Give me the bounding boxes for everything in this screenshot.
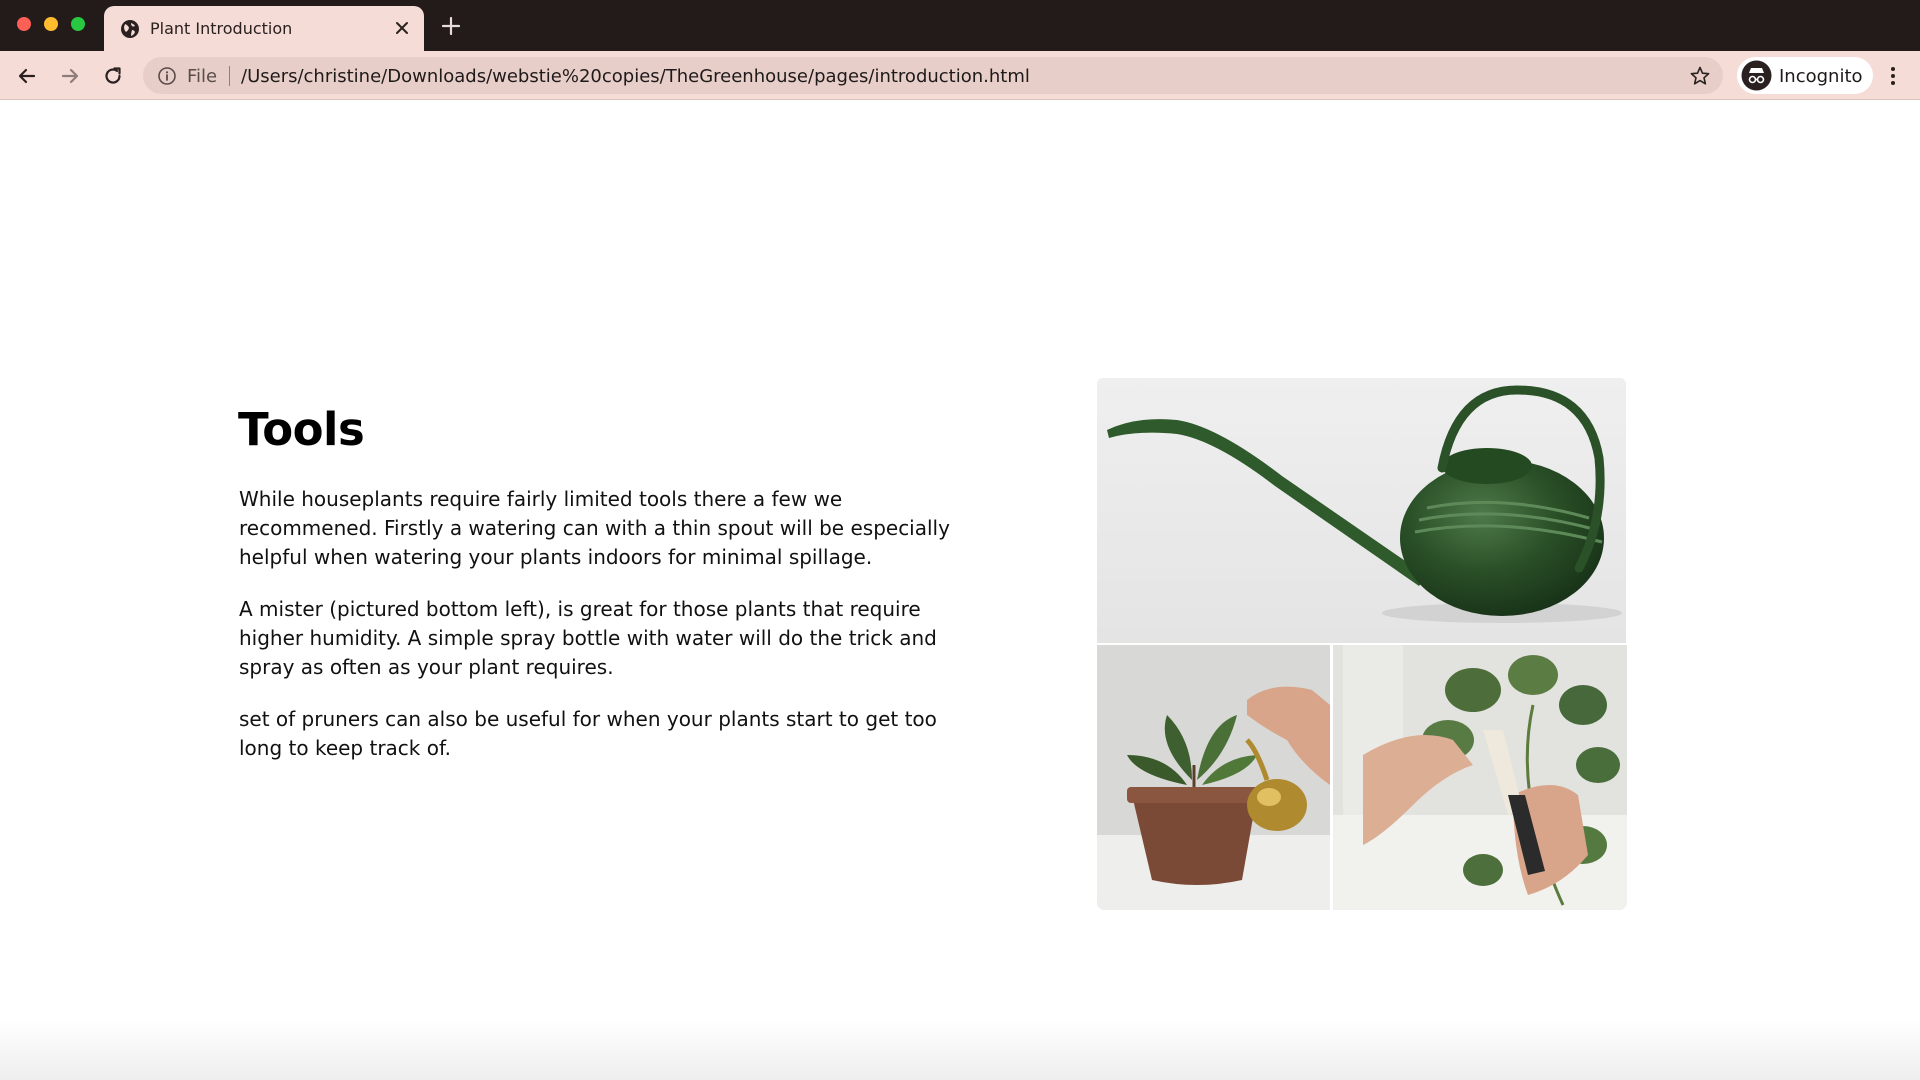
paragraph-pruners: set of pruners can also be useful for wh… bbox=[239, 707, 937, 760]
star-icon[interactable] bbox=[1689, 65, 1711, 87]
close-icon[interactable] bbox=[392, 18, 412, 38]
zoom-window-button[interactable] bbox=[71, 17, 85, 31]
paragraph-mister: A mister (pictured bottom left), is grea… bbox=[239, 597, 937, 679]
incognito-icon bbox=[1741, 60, 1772, 91]
info-icon[interactable] bbox=[157, 66, 177, 86]
reload-icon[interactable] bbox=[100, 63, 126, 89]
browser-tab[interactable]: Plant Introduction bbox=[104, 6, 424, 51]
profile-label: Incognito bbox=[1779, 66, 1863, 87]
minimize-window-button[interactable] bbox=[44, 17, 58, 31]
page-title: Tools bbox=[238, 403, 365, 456]
close-window-button[interactable] bbox=[17, 17, 31, 31]
mister-photo bbox=[1097, 645, 1330, 910]
page-viewport: Tools While houseplants require fairly l… bbox=[0, 101, 1920, 1080]
pruners-photo bbox=[1333, 645, 1627, 910]
browser-titlebar: Plant Introduction bbox=[0, 0, 1920, 51]
paragraph-watering-can: While houseplants require fairly limited… bbox=[239, 487, 950, 569]
arrow-right-icon[interactable] bbox=[57, 63, 83, 89]
arrow-left-icon[interactable] bbox=[14, 63, 40, 89]
watering-can-photo bbox=[1097, 378, 1626, 643]
page-bottom-shadow bbox=[0, 1020, 1920, 1080]
kebab-menu-icon[interactable] bbox=[1882, 63, 1904, 89]
tab-title: Plant Introduction bbox=[150, 19, 293, 38]
url-scheme-label: File bbox=[187, 66, 218, 87]
globe-icon bbox=[120, 19, 140, 39]
browser-toolbar: File /Users/christine/Downloads/webstie%… bbox=[0, 51, 1920, 100]
plus-icon[interactable] bbox=[440, 15, 462, 37]
url-text[interactable]: /Users/christine/Downloads/webstie%20cop… bbox=[241, 66, 1030, 87]
incognito-profile-button[interactable]: Incognito bbox=[1737, 57, 1873, 94]
address-divider bbox=[229, 66, 230, 86]
address-bar[interactable]: File /Users/christine/Downloads/webstie%… bbox=[143, 57, 1723, 94]
